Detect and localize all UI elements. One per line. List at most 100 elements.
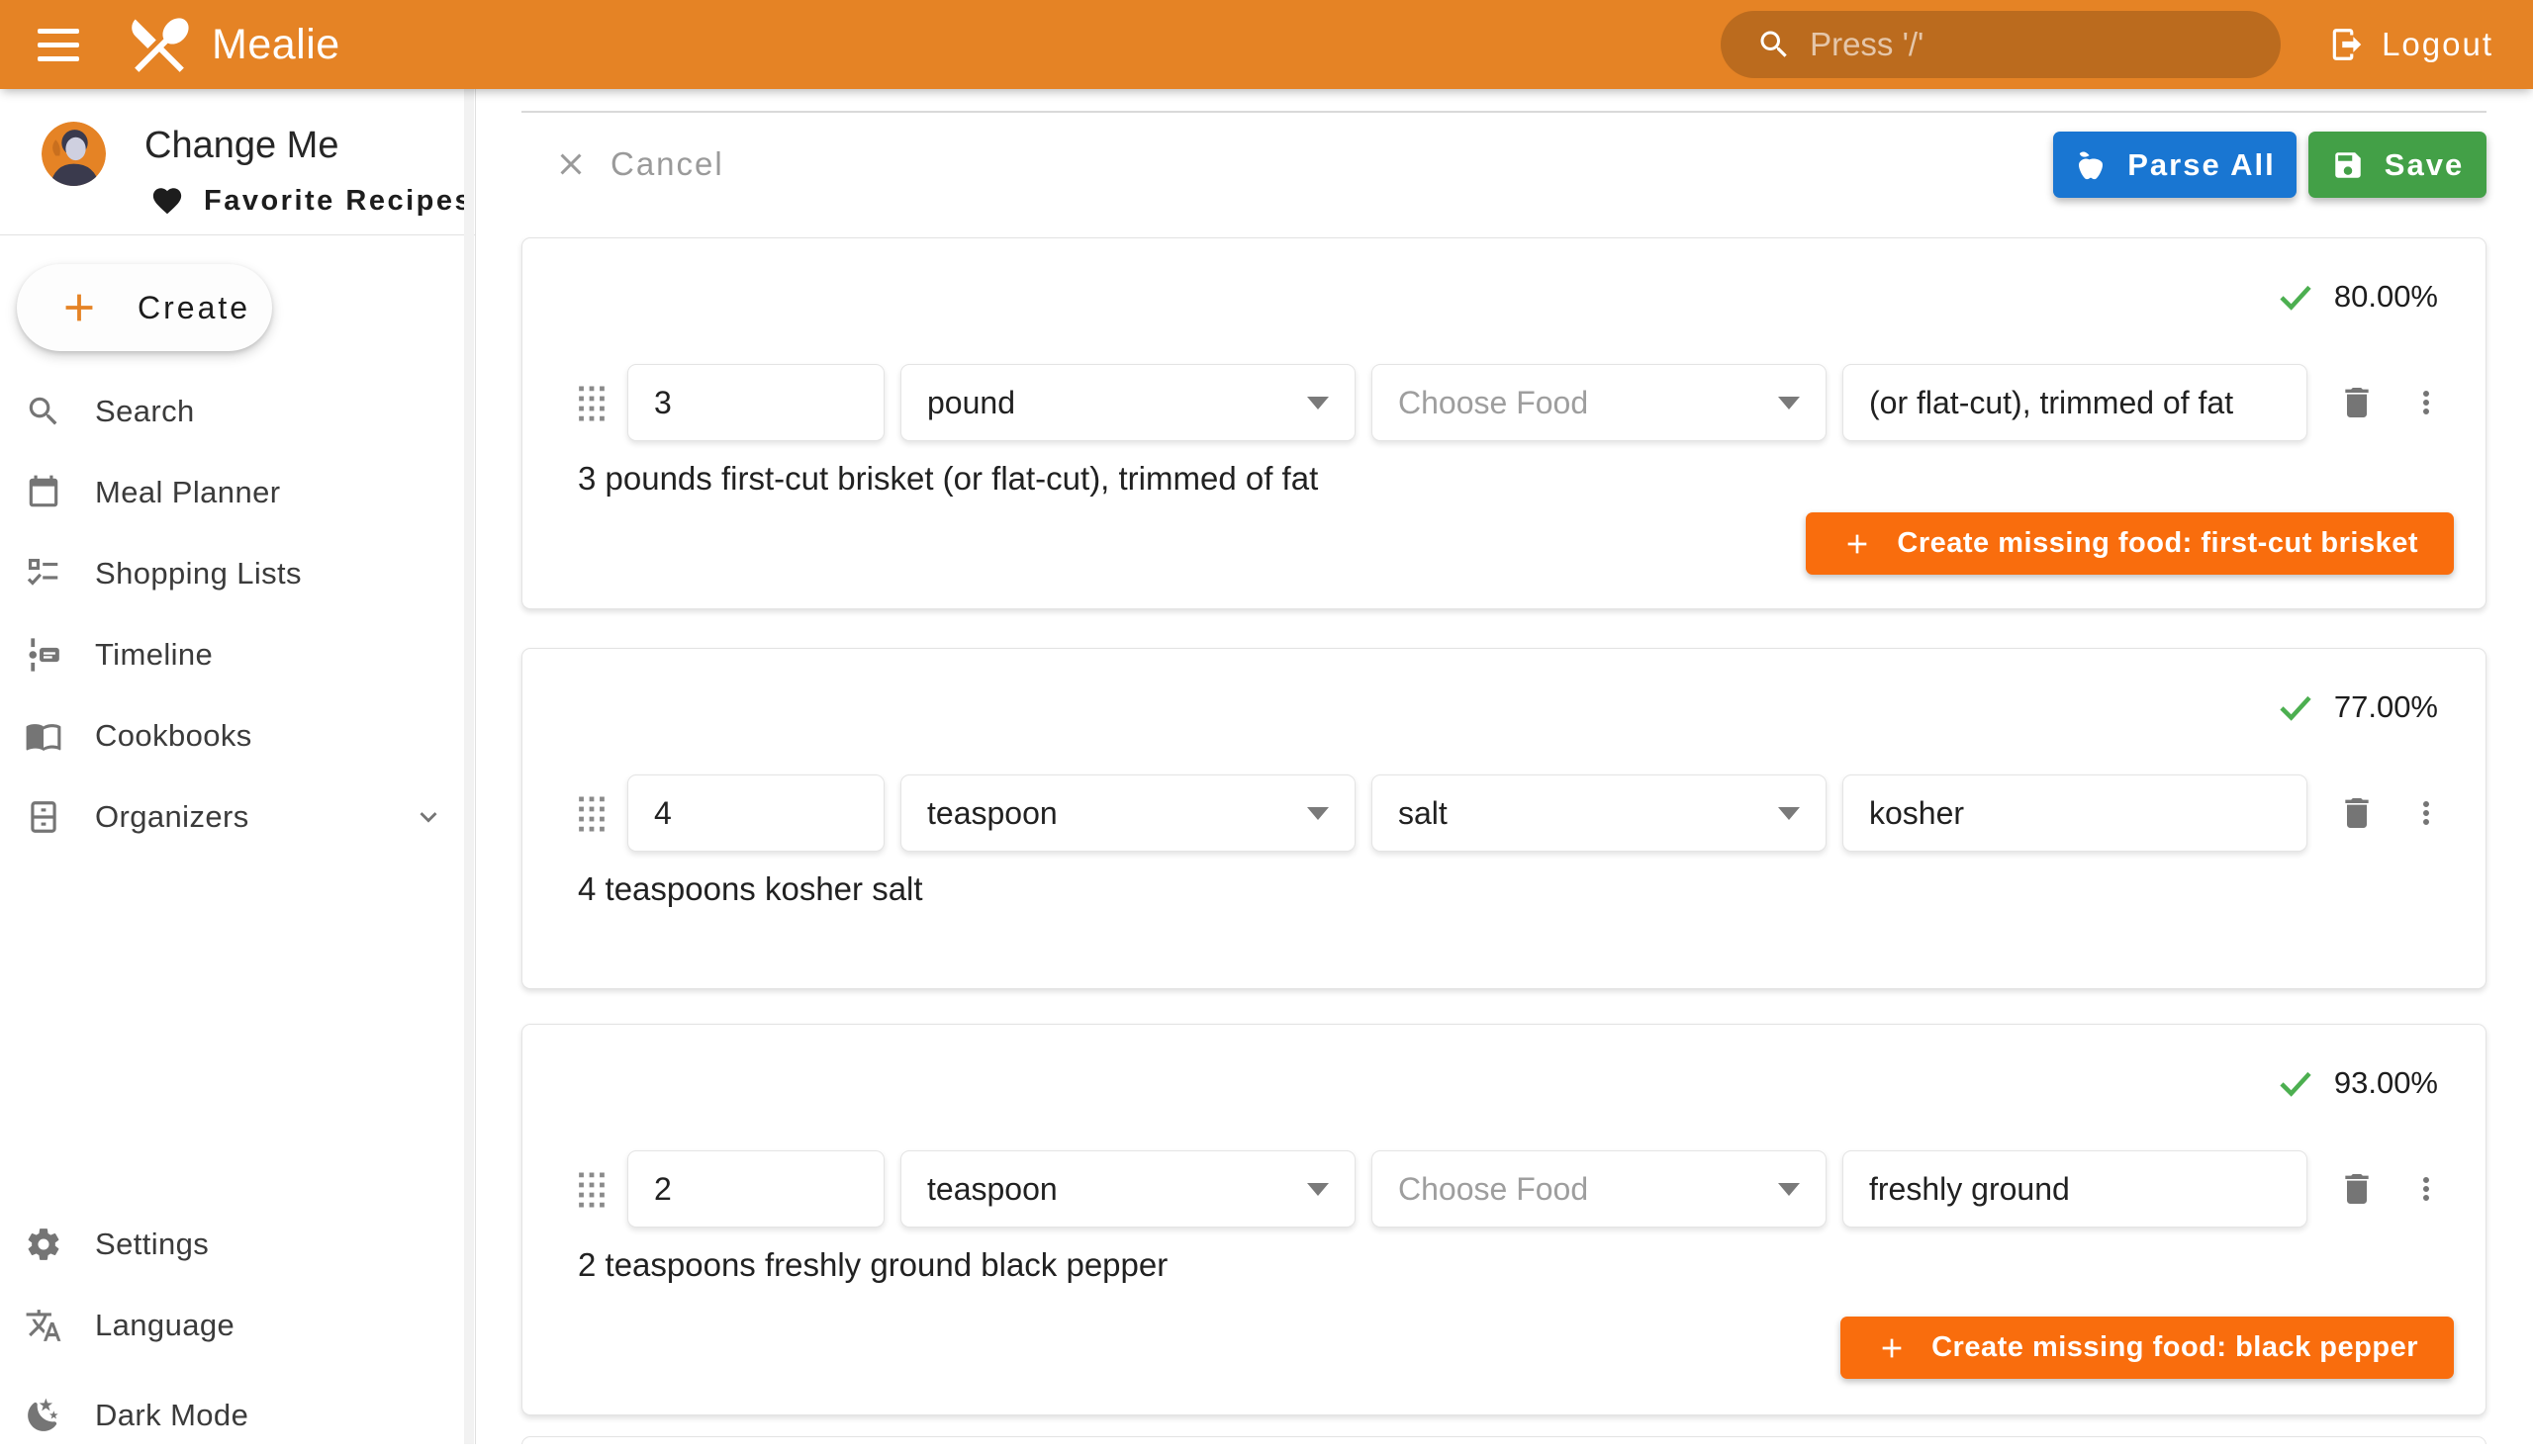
sidebar-item-cookbooks[interactable]: Cookbooks bbox=[0, 695, 475, 776]
ingredient-card-partial bbox=[521, 1436, 2486, 1444]
note-input[interactable] bbox=[1869, 1171, 2281, 1208]
trash-icon bbox=[2337, 793, 2377, 833]
quantity-input-wrap bbox=[627, 364, 885, 441]
dots-vertical-icon bbox=[2408, 795, 2444, 831]
food-select[interactable]: salt bbox=[1371, 774, 1827, 852]
original-ingredient-text: 3 pounds first-cut brisket (or flat-cut)… bbox=[578, 460, 1318, 498]
sidebar: Change Me Favorite Recipes Create Search bbox=[0, 89, 476, 1444]
calendar-icon bbox=[24, 473, 63, 512]
user-name: Change Me bbox=[144, 125, 338, 167]
gear-icon bbox=[24, 1225, 63, 1264]
create-missing-food-button[interactable]: Create missing food: first-cut brisket bbox=[1806, 512, 2454, 575]
plus-icon bbox=[1841, 528, 1873, 560]
sidebar-item-shopping-lists[interactable]: Shopping Lists bbox=[0, 533, 475, 614]
sidebar-item-settings[interactable]: Settings bbox=[0, 1204, 475, 1285]
section-divider bbox=[521, 111, 2486, 113]
heart-icon bbox=[150, 184, 184, 218]
search-icon bbox=[1756, 27, 1792, 62]
quantity-input[interactable] bbox=[654, 795, 858, 832]
original-ingredient-text: 2 teaspoons freshly ground black pepper bbox=[578, 1246, 1168, 1284]
note-input-wrap bbox=[1842, 1150, 2307, 1228]
trash-icon bbox=[2337, 383, 2377, 422]
ingredient-parser-panel: Cancel Parse All Save 80.00% bbox=[476, 89, 2533, 1444]
dropdown-arrow-icon bbox=[1778, 1183, 1800, 1196]
sidebar-item-organizers[interactable]: Organizers bbox=[0, 776, 475, 858]
create-missing-food-button[interactable]: Create missing food: black pepper bbox=[1840, 1317, 2454, 1379]
sidebar-item-meal-planner[interactable]: Meal Planner bbox=[0, 452, 475, 533]
dropdown-arrow-icon bbox=[1307, 397, 1329, 410]
food-select[interactable]: Choose Food bbox=[1371, 1150, 1827, 1228]
confidence-badge: 77.00% bbox=[2275, 686, 2438, 728]
confidence-badge: 80.00% bbox=[2275, 276, 2438, 318]
original-ingredient-text: 4 teaspoons kosher salt bbox=[578, 870, 923, 908]
dropdown-arrow-icon bbox=[1307, 807, 1329, 820]
app-bar: Mealie Logout bbox=[0, 0, 2533, 89]
sidebar-item-language[interactable]: Language bbox=[0, 1285, 475, 1366]
favorite-recipes-link[interactable]: Favorite Recipes bbox=[150, 184, 473, 218]
ingredient-menu-button[interactable] bbox=[2402, 1161, 2450, 1217]
plus-icon bbox=[1876, 1332, 1908, 1364]
note-input[interactable] bbox=[1869, 795, 2281, 832]
trash-icon bbox=[2337, 1169, 2377, 1209]
drag-handle[interactable] bbox=[570, 375, 613, 430]
quantity-input[interactable] bbox=[654, 385, 858, 421]
dots-vertical-icon bbox=[2408, 385, 2444, 420]
book-open-icon bbox=[24, 716, 63, 756]
unit-select[interactable]: pound bbox=[900, 364, 1356, 441]
sidebar-item-timeline[interactable]: Timeline bbox=[0, 614, 475, 695]
moon-stars-icon bbox=[24, 1396, 63, 1435]
check-icon bbox=[2275, 686, 2316, 728]
note-input-wrap bbox=[1842, 774, 2307, 852]
search-input[interactable] bbox=[1810, 26, 2257, 63]
ingredient-card: 77.00% teaspoon salt bbox=[521, 648, 2486, 989]
chevron-down-icon bbox=[412, 800, 445, 834]
menu-icon[interactable] bbox=[30, 17, 93, 72]
delete-ingredient-button[interactable] bbox=[2329, 1161, 2385, 1217]
confidence-badge: 93.00% bbox=[2275, 1062, 2438, 1104]
note-input[interactable] bbox=[1869, 385, 2281, 421]
dropdown-arrow-icon bbox=[1307, 1183, 1329, 1196]
parse-all-button[interactable]: Parse All bbox=[2053, 132, 2297, 198]
organizers-icon bbox=[24, 797, 63, 837]
logout-icon bbox=[2328, 26, 2366, 63]
food-select[interactable]: Choose Food bbox=[1371, 364, 1827, 441]
mealie-logo-icon bbox=[121, 6, 198, 83]
app-title: Mealie bbox=[212, 21, 340, 69]
note-input-wrap bbox=[1842, 364, 2307, 441]
delete-ingredient-button[interactable] bbox=[2329, 375, 2385, 430]
quantity-input-wrap bbox=[627, 1150, 885, 1228]
sidebar-bottom-nav: Settings Language Dark Mode bbox=[0, 1204, 475, 1456]
create-button[interactable]: Create bbox=[17, 264, 272, 351]
dropdown-arrow-icon bbox=[1778, 397, 1800, 410]
cancel-button[interactable]: Cancel bbox=[537, 133, 740, 196]
translate-icon bbox=[24, 1306, 63, 1345]
logout-button[interactable]: Logout bbox=[2318, 18, 2503, 71]
ingredient-menu-button[interactable] bbox=[2402, 785, 2450, 841]
quantity-input[interactable] bbox=[654, 1171, 858, 1208]
sidebar-nav: Search Meal Planner Shoppin bbox=[0, 371, 475, 858]
apple-icon bbox=[2074, 148, 2108, 182]
global-search[interactable] bbox=[1721, 11, 2281, 78]
ingredient-card: 80.00% pound Choose Food bbox=[521, 237, 2486, 609]
delete-ingredient-button[interactable] bbox=[2329, 785, 2385, 841]
avatar[interactable] bbox=[42, 122, 106, 186]
unit-select[interactable]: teaspoon bbox=[900, 774, 1356, 852]
drag-handle[interactable] bbox=[570, 785, 613, 841]
check-icon bbox=[2275, 1062, 2316, 1104]
save-button[interactable]: Save bbox=[2308, 132, 2486, 198]
save-icon bbox=[2331, 148, 2365, 182]
ingredient-card: 93.00% teaspoon Choose Food bbox=[521, 1024, 2486, 1415]
ingredient-menu-button[interactable] bbox=[2402, 375, 2450, 430]
quantity-input-wrap bbox=[627, 774, 885, 852]
timeline-icon bbox=[24, 635, 63, 675]
checklist-icon bbox=[24, 554, 63, 593]
unit-select[interactable]: teaspoon bbox=[900, 1150, 1356, 1228]
drag-handle[interactable] bbox=[570, 1161, 613, 1217]
sidebar-item-search[interactable]: Search bbox=[0, 371, 475, 452]
sidebar-divider bbox=[0, 234, 475, 235]
close-icon bbox=[553, 146, 589, 182]
dropdown-arrow-icon bbox=[1778, 807, 1800, 820]
plus-icon bbox=[56, 285, 102, 330]
search-icon bbox=[24, 392, 63, 431]
dots-vertical-icon bbox=[2408, 1171, 2444, 1207]
